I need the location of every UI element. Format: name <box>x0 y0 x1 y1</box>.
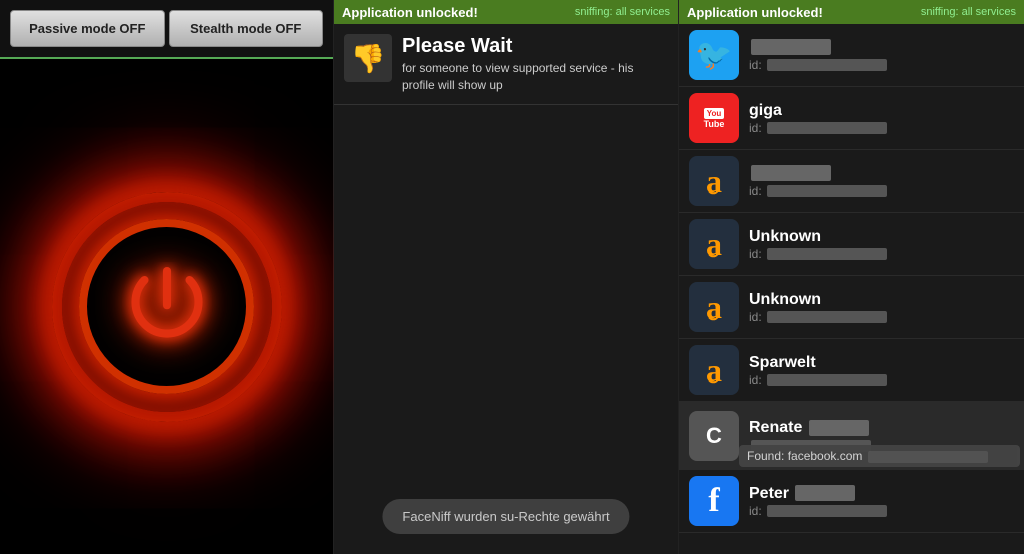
wait-section: 👎 Please Wait for someone to view suppor… <box>334 24 678 105</box>
amazon-icon: a ⌣ <box>689 282 739 332</box>
middle-unlocked-label: Application unlocked! <box>342 5 478 20</box>
service-info: Unknown id: <box>749 291 1014 324</box>
wait-body: for someone to view supported service - … <box>402 60 668 94</box>
left-panel: Passive mode OFF Stealth mode OFF <box>0 0 334 554</box>
list-item[interactable]: f Peter id: <box>679 470 1024 533</box>
amazon-icon: a ⌣ <box>689 156 739 206</box>
list-item[interactable]: a ⌣ Sparwelt id: <box>679 339 1024 402</box>
middle-panel: Application unlocked! sniffing: all serv… <box>334 0 679 554</box>
service-info: Renate Found: facebook.com <box>749 419 1014 452</box>
list-item[interactable]: C Renate Found: facebook.com <box>679 402 1024 470</box>
service-info: id: <box>749 165 1014 198</box>
service-info: Unknown id: <box>749 228 1014 261</box>
toast-message: FaceNiff wurden su-Rechte gewährt <box>382 499 629 534</box>
service-info: giga id: <box>749 102 1014 135</box>
service-info: Peter id: <box>749 485 1014 518</box>
youtube-icon: You Tube <box>689 93 739 143</box>
list-item[interactable]: 🐦 id: <box>679 24 1024 87</box>
renate-icon: C <box>689 411 739 461</box>
list-item[interactable]: a ⌣ id: <box>679 150 1024 213</box>
amazon-icon: a ⌣ <box>689 219 739 269</box>
middle-content <box>334 105 678 554</box>
wait-title: Please Wait <box>402 34 668 58</box>
right-unlocked-label: Application unlocked! <box>687 5 823 20</box>
power-icon[interactable] <box>122 262 212 352</box>
stealth-mode-button[interactable]: Stealth mode OFF <box>169 10 324 47</box>
right-sniffing-label: sniffing: all services <box>921 6 1016 18</box>
service-list: 🐦 id: You Tube giga id: <box>679 24 1024 554</box>
list-item[interactable]: You Tube giga id: <box>679 87 1024 150</box>
amazon-icon: a ⌣ <box>689 345 739 395</box>
found-overlay: Found: facebook.com <box>749 445 1014 452</box>
power-area <box>0 59 333 554</box>
right-panel-header: Application unlocked! sniffing: all serv… <box>679 0 1024 24</box>
service-info: id: <box>749 39 1014 72</box>
list-item[interactable]: a ⌣ Unknown id: <box>679 276 1024 339</box>
top-buttons: Passive mode OFF Stealth mode OFF <box>0 0 333 59</box>
power-glow <box>47 187 287 427</box>
passive-mode-button[interactable]: Passive mode OFF <box>10 10 165 47</box>
twitter-icon: 🐦 <box>689 30 739 80</box>
list-item[interactable]: a ⌣ Unknown id: <box>679 213 1024 276</box>
thumbs-down-icon: 👎 <box>344 34 392 82</box>
service-info: Sparwelt id: <box>749 354 1014 387</box>
middle-panel-header: Application unlocked! sniffing: all serv… <box>334 0 678 24</box>
middle-sniffing-label: sniffing: all services <box>575 6 670 18</box>
wait-text: Please Wait for someone to view supporte… <box>402 34 668 94</box>
right-panel: Application unlocked! sniffing: all serv… <box>679 0 1024 554</box>
facebook-icon: f <box>689 476 739 526</box>
